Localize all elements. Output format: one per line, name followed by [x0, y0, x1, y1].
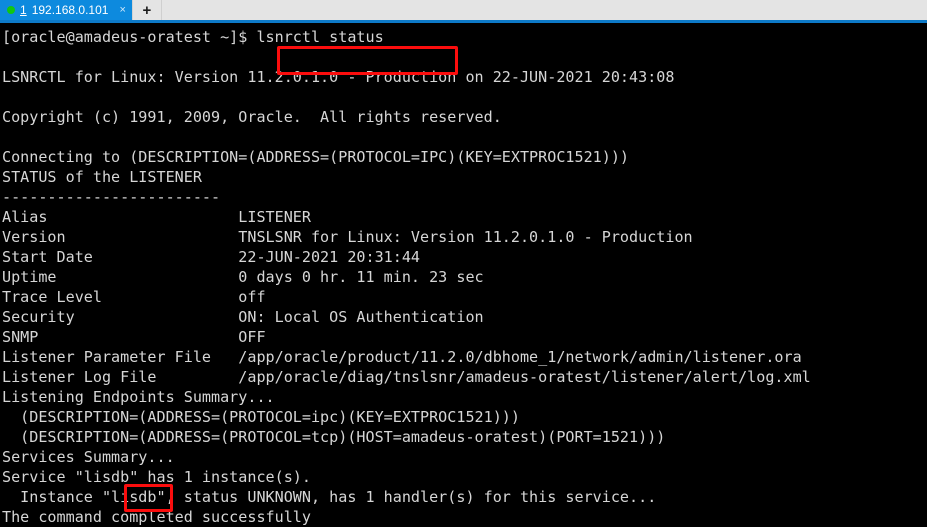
terminal-line: Listener Log File /app/oracle/diag/tnsls… [2, 368, 811, 386]
terminal-line: Version TNSLSNR for Linux: Version 11.2.… [2, 228, 693, 246]
terminal-line: Start Date 22-JUN-2021 20:31:44 [2, 248, 421, 266]
terminal-line: Listening Endpoints Summary... [2, 388, 275, 406]
tab-title-label: 192.168.0.101 [31, 3, 109, 17]
terminal-line: LSNRCTL for Linux: Version 11.2.0.1.0 - … [2, 68, 675, 86]
terminal-line: Copyright (c) 1991, 2009, Oracle. All ri… [2, 108, 502, 126]
terminal-line: Services Summary... [2, 448, 175, 466]
terminal-line: Security ON: Local OS Authentication [2, 308, 484, 326]
terminal-line: Connecting to (DESCRIPTION=(ADDRESS=(PRO… [2, 148, 630, 166]
terminal-line: (DESCRIPTION=(ADDRESS=(PROTOCOL=tcp)(HOS… [2, 428, 666, 446]
terminal-lines: [oracle@amadeus-oratest ~]$ lsnrctl stat… [2, 27, 927, 527]
terminal-output-area[interactable]: [oracle@amadeus-oratest ~]$ lsnrctl stat… [0, 23, 927, 526]
terminal-tab-1[interactable]: 1 192.168.0.101 × [0, 0, 132, 20]
terminal-line: Trace Level off [2, 288, 266, 306]
terminal-line: ------------------------ [2, 188, 221, 206]
terminal-line: Uptime 0 days 0 hr. 11 min. 23 sec [2, 268, 484, 286]
tab-bar-filler [161, 0, 927, 20]
new-tab-button[interactable]: + [131, 0, 162, 20]
terminal-line: SNMP OFF [2, 328, 266, 346]
tab-bar: 1 192.168.0.101 × + [0, 0, 927, 23]
terminal-line: Instance "lisdb", status UNKNOWN, has 1 … [2, 488, 657, 506]
terminal-line: Alias LISTENER [2, 208, 311, 226]
green-dot-icon [7, 6, 15, 14]
terminal-line: Listener Parameter File /app/oracle/prod… [2, 348, 802, 366]
close-icon[interactable]: × [119, 4, 125, 16]
tab-index-label: 1 [20, 3, 27, 17]
terminal-line: Service "lisdb" has 1 instance(s). [2, 468, 311, 486]
terminal-line: (DESCRIPTION=(ADDRESS=(PROTOCOL=ipc)(KEY… [2, 408, 520, 426]
terminal-line: [oracle@amadeus-oratest ~]$ lsnrctl stat… [2, 28, 384, 46]
terminal-line: The command completed successfully [2, 508, 311, 526]
terminal-line: STATUS of the LISTENER [2, 168, 202, 186]
